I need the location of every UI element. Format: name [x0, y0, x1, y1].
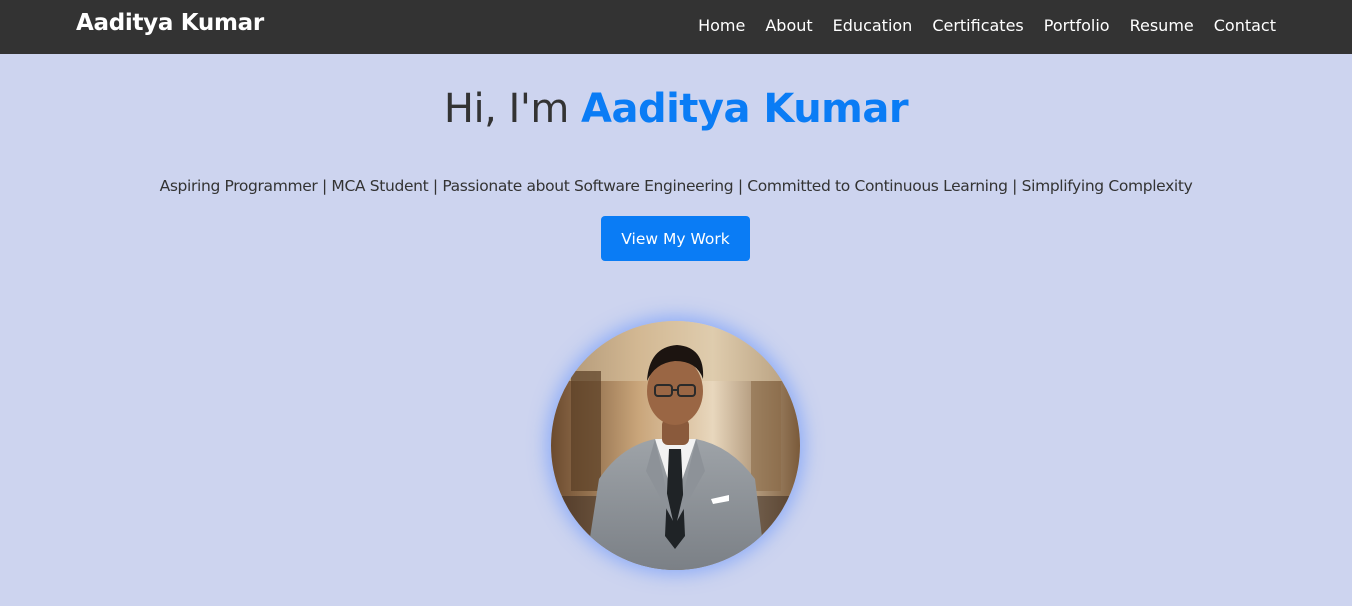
profile-photo	[551, 321, 800, 570]
hero-title: Hi, I'm Aaditya Kumar	[0, 86, 1352, 132]
nav-home[interactable]: Home	[698, 16, 745, 35]
brand-logo[interactable]: Aaditya Kumar	[76, 10, 264, 36]
nav-contact[interactable]: Contact	[1214, 16, 1276, 35]
nav-links: Home About Education Certificates Portfo…	[698, 16, 1276, 35]
profile-photo-illustration	[551, 321, 800, 570]
view-my-work-button[interactable]: View My Work	[601, 216, 750, 261]
nav-certificates[interactable]: Certificates	[932, 16, 1023, 35]
hero-tagline: Aspiring Programmer | MCA Student | Pass…	[159, 177, 1193, 195]
nav-education[interactable]: Education	[833, 16, 913, 35]
nav-portfolio[interactable]: Portfolio	[1044, 16, 1110, 35]
hero-name: Aaditya Kumar	[581, 86, 909, 132]
hero-greeting: Hi, I'm	[443, 86, 581, 132]
navbar: Aaditya Kumar Home About Education Certi…	[0, 0, 1352, 54]
nav-resume[interactable]: Resume	[1130, 16, 1194, 35]
nav-about[interactable]: About	[765, 16, 812, 35]
